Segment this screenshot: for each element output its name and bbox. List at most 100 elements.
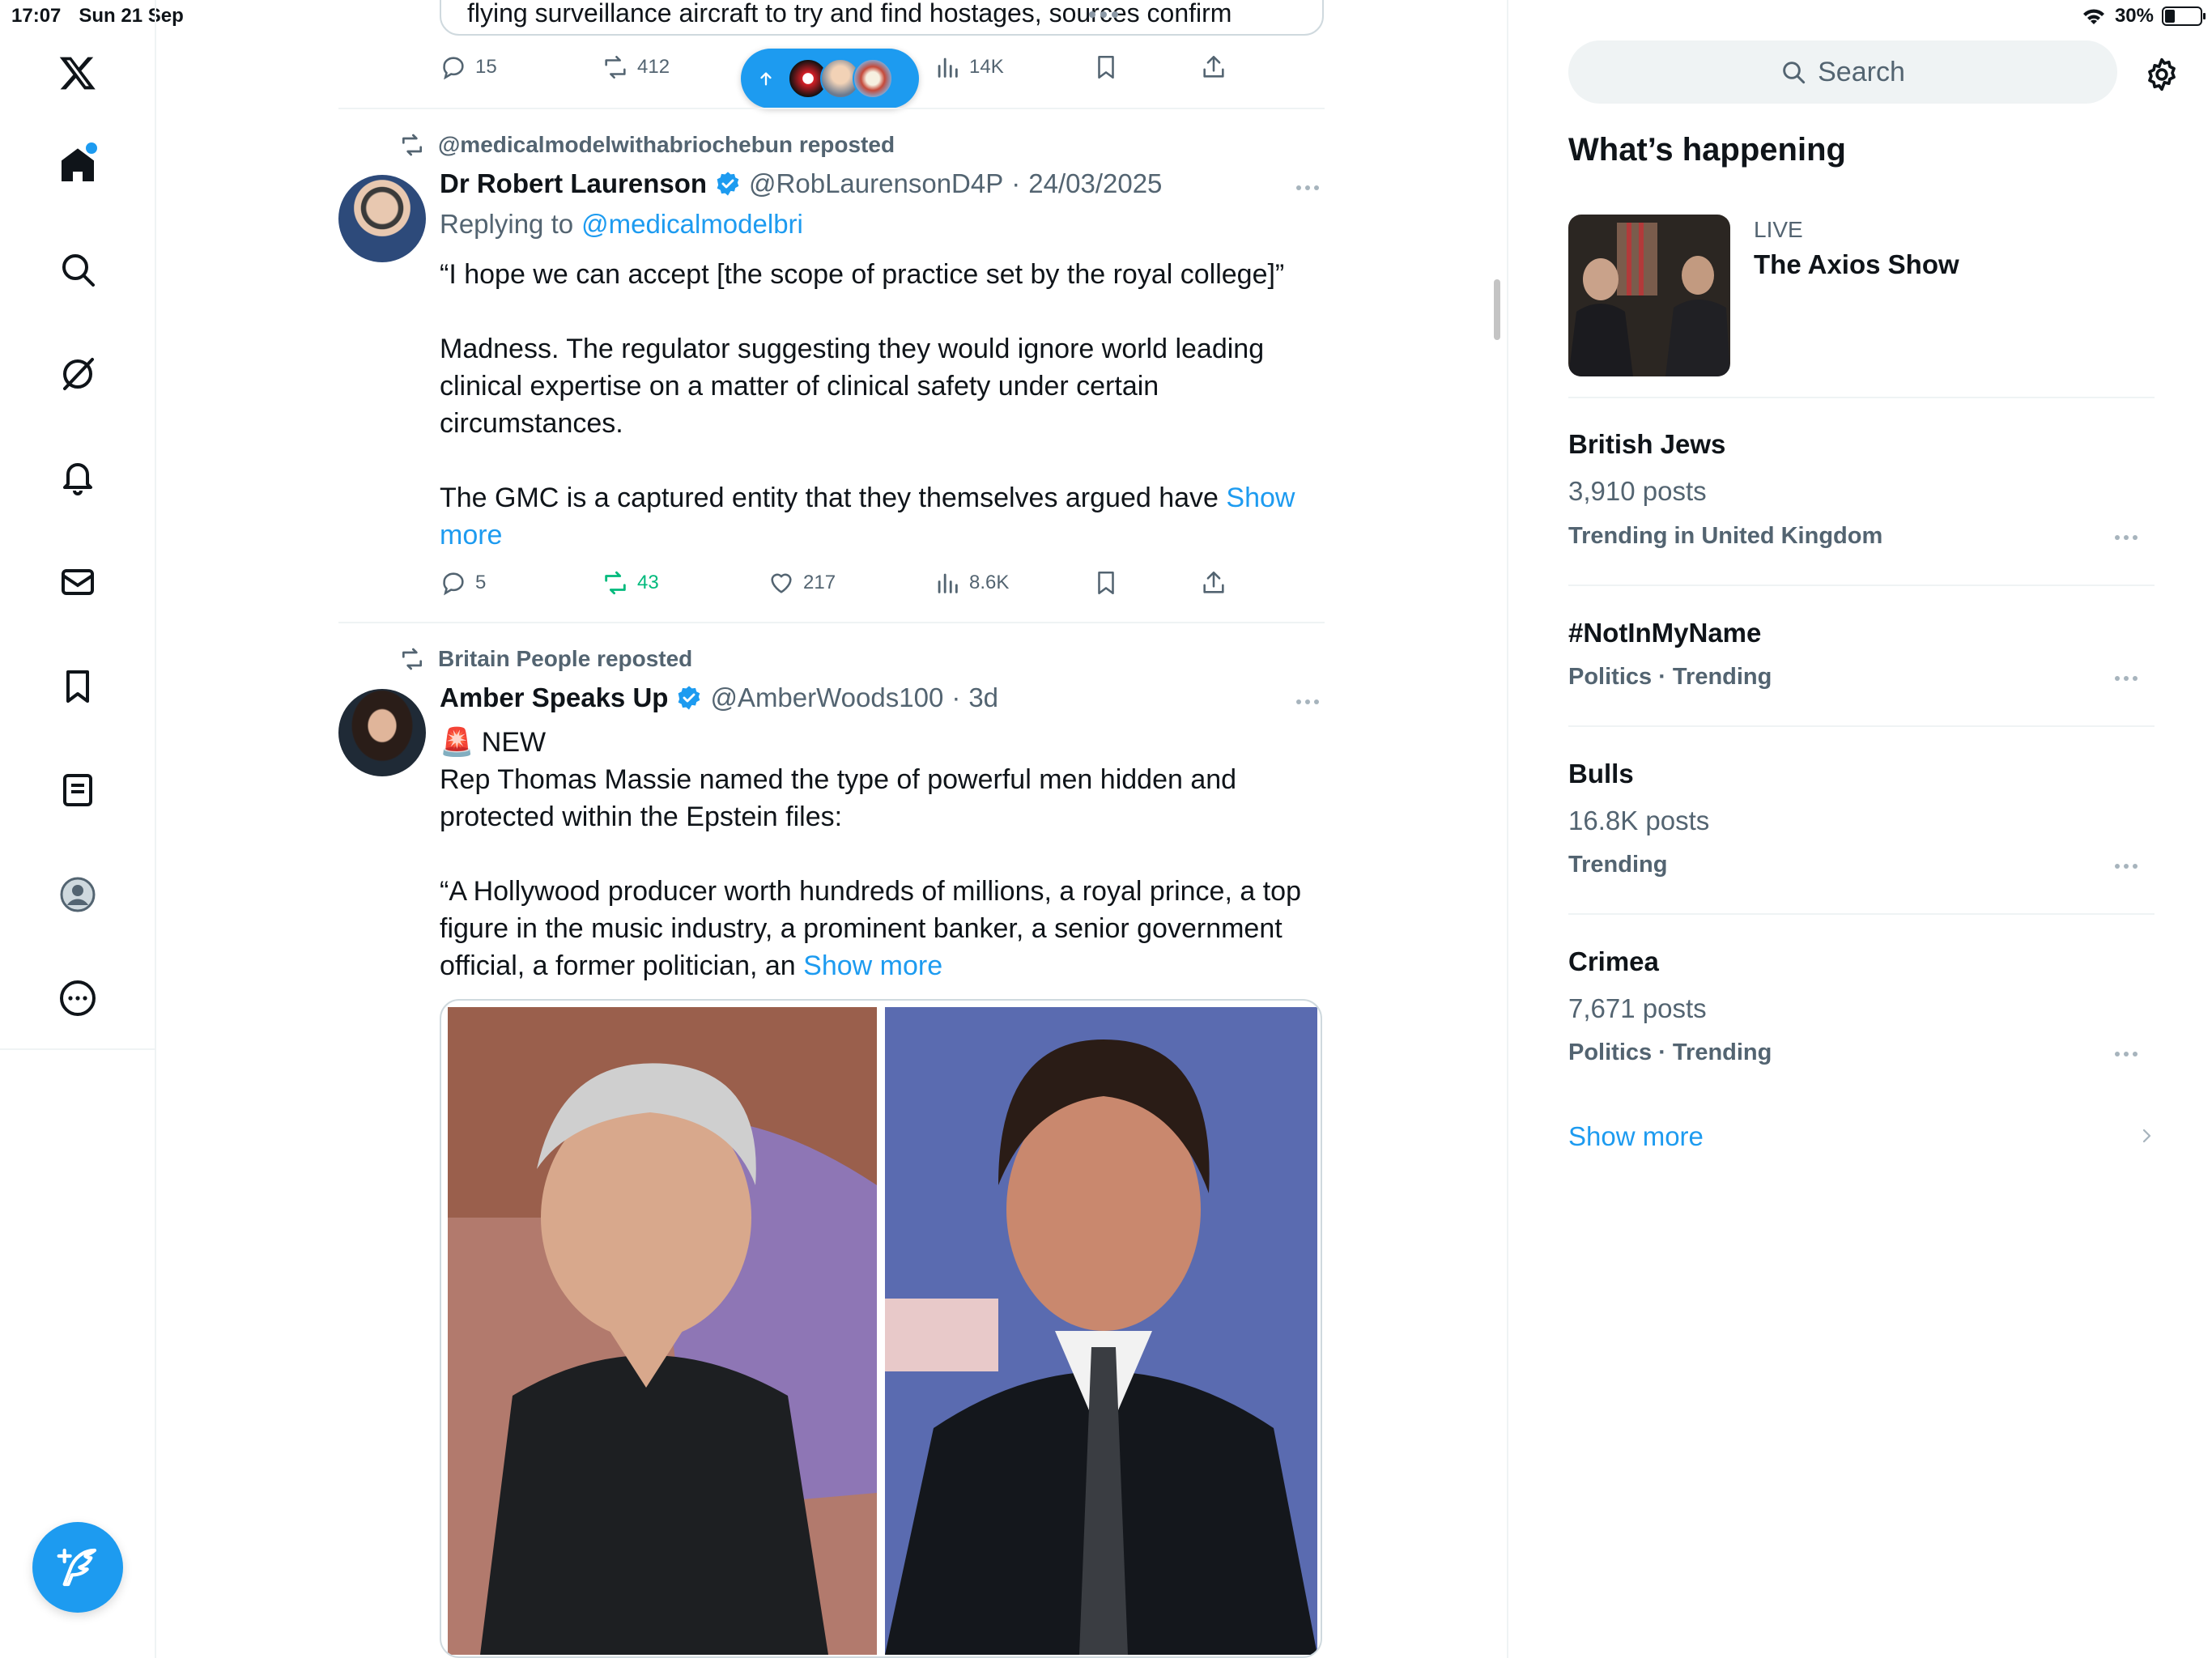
feed-scrollbar[interactable] bbox=[1494, 279, 1500, 340]
repost-icon bbox=[402, 648, 422, 670]
like-button[interactable]: 217 bbox=[768, 569, 836, 597]
search-icon bbox=[62, 254, 95, 287]
trend-more-icon[interactable] bbox=[2115, 1046, 2147, 1062]
share-button[interactable] bbox=[1200, 53, 1227, 81]
sidebar-item-more[interactable] bbox=[45, 966, 110, 1031]
separator: · bbox=[951, 682, 961, 712]
show-more-trends[interactable]: Show more bbox=[1568, 1121, 1704, 1152]
repost-indicator: @medicalmodelwithabriochebun reposted bbox=[399, 132, 895, 158]
show-more-link[interactable]: more bbox=[440, 517, 1322, 554]
verified-icon bbox=[717, 172, 739, 196]
repost-indicator: Britain People reposted bbox=[399, 646, 692, 672]
tweet-line: “I hope we can accept [the scope of prac… bbox=[440, 259, 1285, 290]
show-more-link[interactable]: Show more bbox=[803, 950, 942, 981]
arrow-up-icon bbox=[760, 72, 772, 86]
reply-button[interactable]: 5 bbox=[440, 569, 486, 597]
trend-name[interactable]: British Jews bbox=[1568, 429, 1725, 460]
grok-icon bbox=[63, 358, 94, 390]
sidebar-item-bookmarks[interactable] bbox=[45, 654, 110, 719]
new-label: NEW bbox=[481, 727, 547, 758]
trend-more-icon[interactable] bbox=[2115, 529, 2147, 546]
section-title: What’s happening bbox=[1568, 132, 1846, 168]
views-icon bbox=[938, 57, 958, 78]
profile-icon bbox=[60, 877, 96, 912]
replying-handle[interactable]: @medicalmodelbri bbox=[581, 209, 803, 240]
bookmark-icon bbox=[1098, 55, 1114, 79]
trend-divider bbox=[1568, 913, 2155, 915]
views-button[interactable]: 14K bbox=[934, 53, 1004, 81]
verified-icon bbox=[678, 686, 700, 710]
media-photo-right[interactable] bbox=[885, 1007, 1317, 1655]
live-thumbnail[interactable] bbox=[1568, 215, 1730, 376]
reply-button[interactable]: 15 bbox=[440, 53, 497, 81]
more-options-icon[interactable] bbox=[1296, 694, 1329, 710]
tweet-line: protected within the Epstein files: bbox=[440, 801, 843, 832]
quoted-card-partial[interactable]: flying surveillance aircraft to try and … bbox=[440, 0, 1324, 36]
author-handle[interactable]: @AmberWoods100 bbox=[710, 682, 943, 713]
drag-handle[interactable] bbox=[1089, 11, 1118, 18]
trend-name[interactable]: Bulls bbox=[1568, 759, 1634, 789]
compose-button[interactable] bbox=[32, 1522, 123, 1613]
separator: · bbox=[1011, 168, 1021, 198]
x-logo-icon[interactable] bbox=[45, 40, 110, 105]
trend-meta: Politics · Trending bbox=[1568, 664, 1772, 690]
live-show-name[interactable]: The Axios Show bbox=[1754, 249, 1959, 280]
search-icon bbox=[1783, 62, 1806, 84]
trend-posts: 16.8K posts bbox=[1568, 806, 1710, 835]
sidebar-item-home[interactable] bbox=[45, 133, 110, 198]
repost-button[interactable]: 412 bbox=[602, 53, 670, 81]
bookmark-button[interactable] bbox=[1092, 569, 1120, 597]
column-divider bbox=[1507, 0, 1508, 1658]
tweet-date[interactable]: 3d bbox=[968, 682, 998, 713]
avatar[interactable] bbox=[338, 689, 426, 776]
replying-prefix: Replying to bbox=[440, 209, 574, 239]
trend-posts: 3,910 posts bbox=[1568, 476, 1707, 506]
wifi-icon bbox=[2082, 9, 2104, 25]
avatar[interactable] bbox=[338, 175, 426, 262]
live-label: LIVE bbox=[1754, 217, 1803, 242]
sidebar-item-notifications[interactable] bbox=[45, 445, 110, 510]
tweet-header: Dr Robert Laurenson @RobLaurensonD4P · 2… bbox=[440, 168, 1162, 199]
replying-to: Replying to @medicalmodelbri bbox=[440, 209, 803, 240]
media-photo-left[interactable] bbox=[448, 1007, 877, 1655]
share-button[interactable] bbox=[1200, 569, 1227, 597]
search-input[interactable]: Search bbox=[1568, 40, 2117, 104]
sidebar-item-explore[interactable] bbox=[45, 237, 110, 302]
mail-icon bbox=[62, 569, 94, 595]
like-count: 217 bbox=[803, 572, 836, 593]
like-icon bbox=[771, 573, 792, 593]
bookmark-button[interactable] bbox=[1092, 53, 1120, 81]
sidebar-item-profile[interactable] bbox=[45, 862, 110, 927]
tweet-date[interactable]: 24/03/2025 bbox=[1028, 168, 1162, 199]
views-button[interactable]: 8.6K bbox=[934, 569, 1009, 597]
sidebar-item-messages[interactable] bbox=[45, 550, 110, 614]
repost-by: @medicalmodelwithabriochebun reposted bbox=[438, 132, 895, 157]
tweet-line: 🚨 NEW bbox=[440, 724, 1322, 761]
sidebar-item-lists[interactable] bbox=[45, 758, 110, 823]
tweet-line-text: The GMC is a captured entity that they t… bbox=[440, 483, 1219, 513]
trend-more-icon[interactable] bbox=[2115, 670, 2147, 687]
repost-icon bbox=[605, 55, 626, 79]
tweet-body: “I hope we can accept [the scope of prac… bbox=[440, 256, 1322, 554]
gear-icon[interactable] bbox=[2144, 57, 2180, 92]
trend-name[interactable]: #NotInMyName bbox=[1568, 618, 1761, 648]
tweet-line: The GMC is a captured entity that they t… bbox=[440, 479, 1322, 517]
tweet-media[interactable] bbox=[440, 999, 1322, 1658]
author-name[interactable]: Amber Speaks Up bbox=[440, 682, 668, 713]
chevron-right-icon[interactable] bbox=[2138, 1124, 2157, 1148]
trend-name[interactable]: Crimea bbox=[1568, 946, 1659, 977]
tweet-line: official, a former politician, an Show m… bbox=[440, 947, 1322, 984]
repost-icon bbox=[605, 571, 626, 595]
repost-button[interactable]: 43 bbox=[602, 569, 659, 597]
author-handle[interactable]: @RobLaurensonD4P bbox=[749, 168, 1003, 199]
sidebar-item-grok[interactable] bbox=[45, 342, 110, 406]
trend-meta: Politics · Trending bbox=[1568, 1039, 1772, 1065]
new-posts-pill[interactable] bbox=[741, 49, 919, 108]
battery-percent: 30% bbox=[2114, 5, 2154, 27]
show-more-link[interactable]: Show bbox=[1226, 483, 1295, 513]
author-name[interactable]: Dr Robert Laurenson bbox=[440, 168, 707, 199]
status-bar-right: 30% bbox=[2081, 5, 2206, 28]
trend-more-icon[interactable] bbox=[2115, 858, 2147, 874]
more-options-icon[interactable] bbox=[1296, 180, 1329, 196]
bell-icon bbox=[63, 463, 92, 495]
